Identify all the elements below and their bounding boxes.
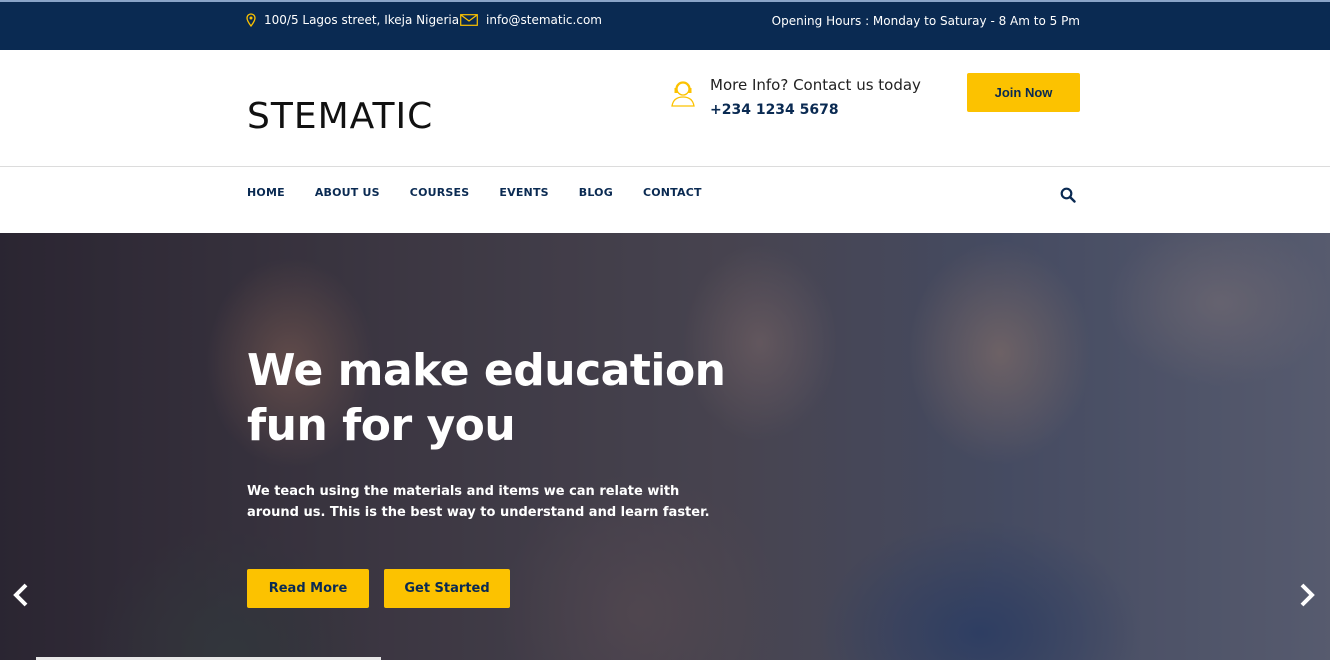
nav-item-courses[interactable]: COURSES	[410, 186, 470, 199]
chevron-left-icon[interactable]	[12, 583, 30, 611]
nav-item-about-us[interactable]: ABOUT US	[315, 186, 380, 199]
hero-buttons: Read More Get Started	[247, 569, 510, 608]
hero-content: We make education fun for you We teach u…	[247, 343, 767, 523]
chevron-right-icon[interactable]	[1298, 583, 1316, 611]
email-info[interactable]: info@stematic.com	[460, 13, 602, 27]
envelope-icon	[460, 14, 478, 26]
join-now-button[interactable]: Join Now	[967, 73, 1080, 112]
nav-item-events[interactable]: EVENTS	[499, 186, 548, 199]
hero-title-line-1: We make education	[247, 345, 726, 396]
contact-label: More Info? Contact us today	[710, 76, 921, 94]
site-header: STEMATIC More Info? Contact us today +23…	[0, 50, 1330, 167]
contact-phone[interactable]: +234 1234 5678	[710, 102, 921, 118]
main-nav: HOME ABOUT US COURSES EVENTS BLOG CONTAC…	[0, 168, 1330, 233]
hero-title-line-2: fun for you	[247, 400, 516, 451]
email-text[interactable]: info@stematic.com	[486, 13, 602, 27]
top-info-bar: 100/5 Lagos street, Ikeja Nigeria info@s…	[0, 0, 1330, 50]
site-logo[interactable]: STEMATIC	[247, 96, 433, 137]
nav-item-blog[interactable]: BLOG	[579, 186, 613, 199]
search-icon[interactable]	[1060, 187, 1076, 207]
nav-item-home[interactable]: HOME	[247, 186, 285, 199]
address-info: 100/5 Lagos street, Ikeja Nigeria	[246, 13, 459, 27]
hero-title: We make education fun for you	[247, 343, 767, 453]
support-agent-icon	[668, 78, 700, 110]
read-more-button[interactable]: Read More	[247, 569, 369, 608]
nav-item-contact[interactable]: CONTACT	[643, 186, 702, 199]
location-pin-icon	[246, 13, 256, 27]
hero-subtitle: We teach using the materials and items w…	[247, 484, 710, 520]
get-started-button[interactable]: Get Started	[384, 569, 510, 608]
address-text: 100/5 Lagos street, Ikeja Nigeria	[264, 13, 460, 27]
opening-hours: Opening Hours : Monday to Saturay - 8 Am…	[771, 14, 1080, 28]
hero-slider: We make education fun for you We teach u…	[0, 233, 1330, 660]
contact-info: More Info? Contact us today +234 1234 56…	[668, 76, 921, 118]
